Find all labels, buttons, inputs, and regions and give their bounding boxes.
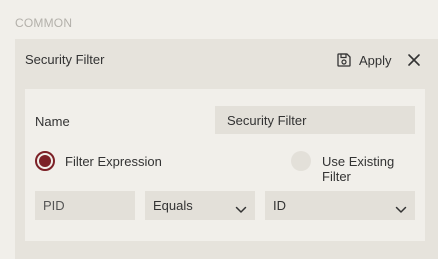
close-icon[interactable] [406,52,422,68]
filter-expression-radio[interactable] [35,151,55,171]
filter-form: Name Filter Expression Use Existing Filt… [25,89,425,241]
save-icon [336,52,352,68]
name-field[interactable] [215,106,415,134]
field-input[interactable] [35,191,135,220]
use-existing-filter-radio[interactable] [291,151,311,171]
filter-expression-label[interactable]: Filter Expression [65,154,162,169]
value-select-value: ID [273,198,286,213]
panel-title: Security Filter [25,52,105,67]
section-title: COMMON [15,16,73,30]
name-label: Name [35,114,70,129]
panel-header: Security Filter Apply [15,39,438,81]
radio-dot [39,155,51,167]
value-select[interactable]: ID [265,191,415,220]
security-filter-panel: Security Filter Apply Name Filter Expres… [15,39,438,259]
operator-select[interactable]: Equals [145,191,255,220]
chevron-down-icon [235,202,247,213]
use-existing-filter-label[interactable]: Use Existing Filter [322,154,425,184]
apply-label: Apply [359,52,392,68]
chevron-down-icon [395,202,407,213]
operator-select-value: Equals [153,198,193,213]
apply-button[interactable]: Apply [336,49,392,71]
